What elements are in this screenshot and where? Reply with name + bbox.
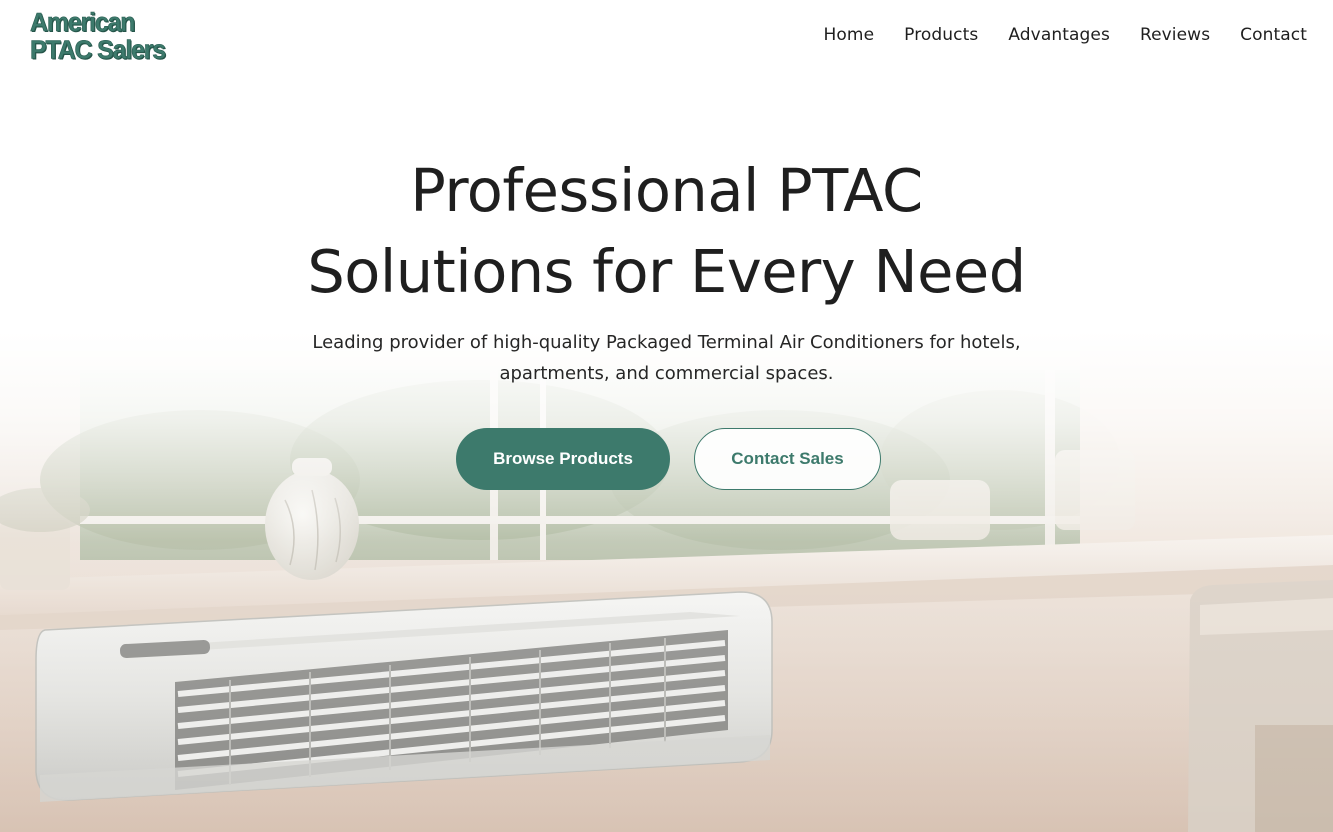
hero-background-image: [0, 330, 1333, 832]
nav-link-contact[interactable]: Contact: [1240, 25, 1307, 45]
logo-line-2: PTAC Salers: [30, 35, 167, 65]
main-nav: Home Products Advantages Reviews Contact: [824, 25, 1307, 45]
contact-sales-button[interactable]: Contact Sales: [694, 428, 881, 490]
nav-link-advantages[interactable]: Advantages: [1008, 25, 1110, 45]
nav-link-home[interactable]: Home: [824, 25, 875, 45]
hero-title-line-1: Professional PTAC: [410, 156, 923, 225]
hero-subtitle-line-1: Leading provider of high-quality Package…: [312, 332, 1021, 353]
logo-line-1: American: [30, 8, 136, 37]
hero-title: Professional PTAC Solutions for Every Ne…: [0, 150, 1333, 312]
hero-subtitle: Leading provider of high-quality Package…: [0, 327, 1333, 389]
hero-subtitle-line-2: apartments, and commercial spaces.: [499, 363, 834, 384]
nav-link-products[interactable]: Products: [904, 25, 978, 45]
site-header: American PTAC Salers Home Products Advan…: [0, 0, 1333, 76]
hero-title-line-2: Solutions for Every Need: [307, 237, 1026, 306]
nav-link-reviews[interactable]: Reviews: [1140, 25, 1210, 45]
browse-products-button[interactable]: Browse Products: [456, 428, 670, 490]
site-logo[interactable]: American PTAC Salers: [30, 8, 167, 65]
